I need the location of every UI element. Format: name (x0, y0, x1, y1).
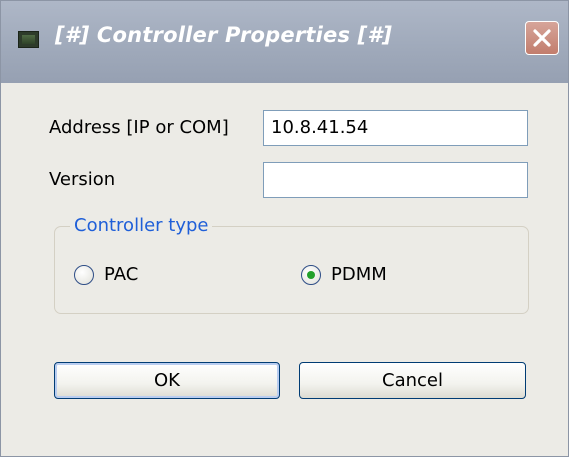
ok-button[interactable]: OK (54, 362, 280, 399)
close-button[interactable] (525, 21, 559, 55)
dialog-body: Address [IP or COM] 10.8.41.54 Version C… (7, 83, 563, 450)
radio-selected-dot (307, 271, 315, 279)
controller-properties-dialog: [#] Controller Properties [#] Address [I… (0, 0, 569, 457)
radio-pac[interactable] (74, 265, 94, 285)
radio-pdmm-label[interactable]: PDMM (331, 264, 387, 285)
cancel-button[interactable]: Cancel (299, 362, 526, 399)
version-label: Version (49, 169, 116, 190)
title-bar[interactable]: [#] Controller Properties [#] (1, 1, 568, 83)
close-icon (533, 29, 551, 47)
version-input[interactable] (263, 162, 528, 198)
address-input[interactable]: 10.8.41.54 (263, 110, 528, 146)
window-title: [#] Controller Properties [#] (55, 23, 393, 47)
radio-pdmm[interactable] (301, 265, 321, 285)
controller-type-legend: Controller type (70, 215, 213, 236)
address-label: Address [IP or COM] (49, 117, 229, 138)
radio-pac-label[interactable]: PAC (104, 264, 138, 285)
app-window-icon (18, 31, 39, 48)
